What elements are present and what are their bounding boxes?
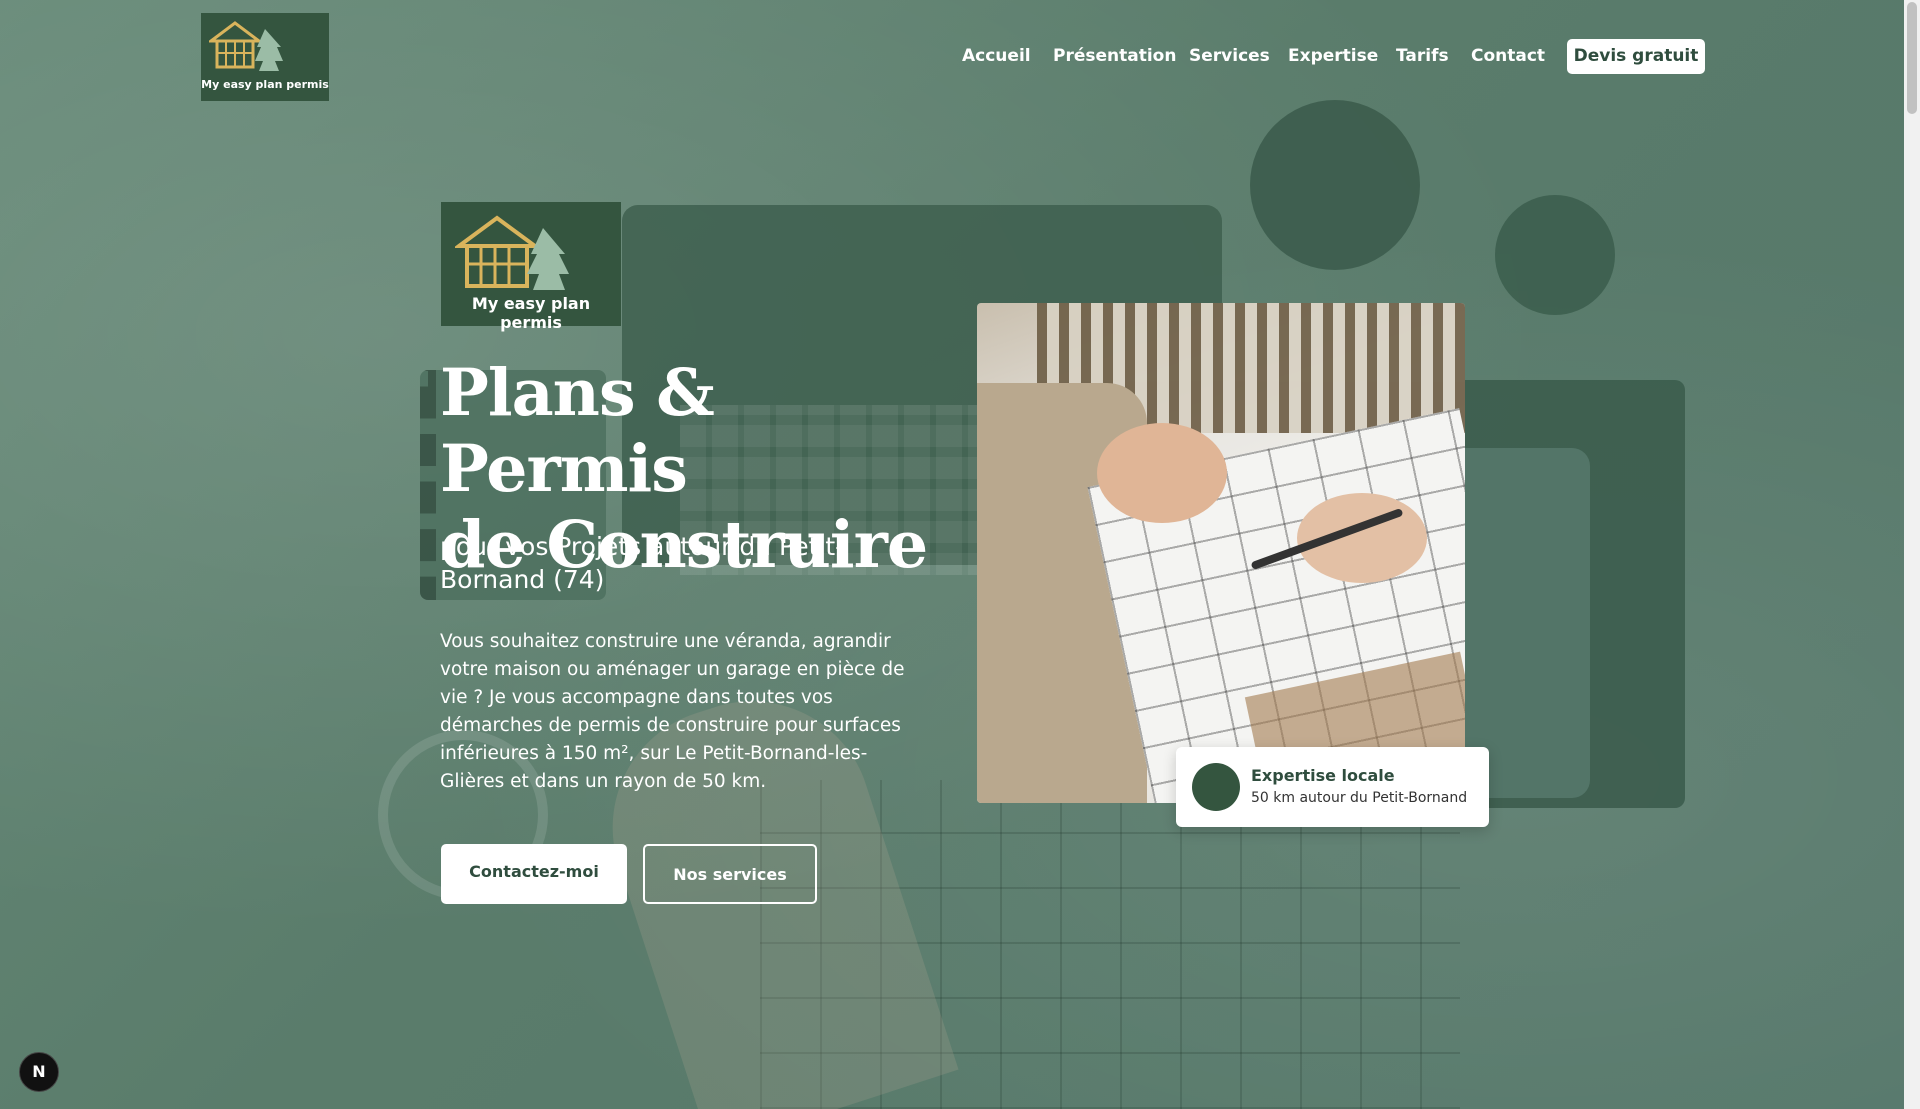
our-services-button[interactable]: Nos services [643,844,817,904]
hero-subtitle: pour vos Projets autour du Petit-Bornand… [440,532,845,594]
hero-description: Vous souhaitez construire une véranda, a… [440,631,905,792]
free-quote-button[interactable]: Devis gratuit [1567,39,1705,74]
nav-services[interactable]: Services [1189,46,1270,66]
pen-holder-background [1250,100,1420,270]
plant-background [1495,195,1615,315]
logo-text: My easy plan permis [201,78,329,91]
hero-title-line1: Plans & Permis [440,355,715,507]
contact-me-button[interactable]: Contactez-moi [441,844,627,904]
house-trees-logo-icon [455,215,569,290]
local-expertise-card: Expertise locale 50 km autour du Petit-B… [1176,747,1489,827]
nav-presentation[interactable]: Présentation [1053,46,1176,66]
blueprint-photo [977,303,1465,803]
badge-subtitle: 50 km autour du Petit-Bornand [1251,790,1468,806]
location-dot-icon [1192,763,1240,811]
hero-background [0,0,1904,1109]
nav-accueil[interactable]: Accueil [962,46,1031,66]
nav-contact[interactable]: Contact [1471,46,1545,66]
photo-hand-left [1097,423,1227,523]
scrollbar-thumb[interactable] [1907,2,1917,114]
scrollbar[interactable] [1904,0,1920,1109]
dev-indicator-icon[interactable]: N [19,1052,59,1092]
nav-tarifs[interactable]: Tarifs [1396,46,1449,66]
hero-logo-text: My easy plan permis [471,294,591,332]
nav-expertise[interactable]: Expertise [1288,46,1378,66]
badge-title: Expertise locale [1251,766,1395,785]
header-logo[interactable]: My easy plan permis [201,13,329,101]
hero-logo: My easy plan permis [441,202,621,332]
house-trees-logo-icon [209,21,283,71]
